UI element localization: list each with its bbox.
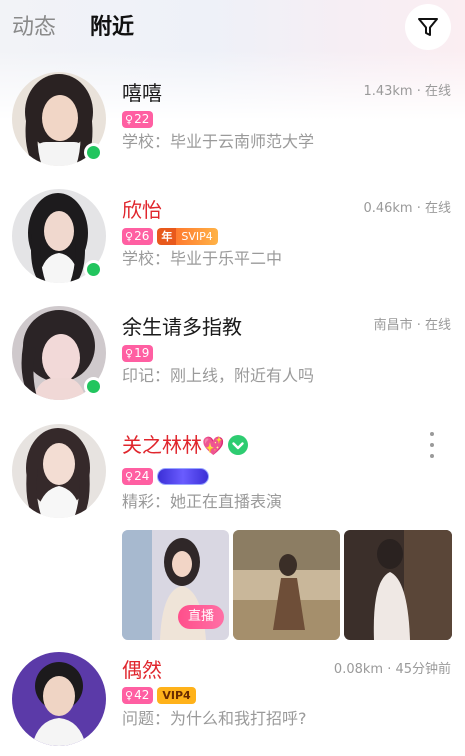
distance-status: 1.43km · 在线 — [363, 84, 451, 99]
user-photo[interactable] — [233, 530, 340, 640]
user-name-text: 关之林林 — [122, 433, 202, 457]
badge-row: ♀ 19 — [122, 345, 154, 362]
avatar[interactable] — [12, 652, 106, 746]
filter-button[interactable] — [405, 4, 451, 50]
verified-icon — [228, 434, 249, 455]
tab-nearby[interactable]: 附近 — [90, 14, 134, 42]
age-value: 19 — [134, 346, 150, 360]
live-photo[interactable]: 直播 — [122, 530, 229, 640]
svip-level: SVIP4 — [176, 228, 218, 245]
badge-row: ♀ 22 — [122, 111, 154, 128]
distance-status: 南昌市 · 在线 — [373, 318, 451, 333]
avatar[interactable] — [12, 424, 106, 518]
age-value: 42 — [134, 688, 150, 702]
user-description: 精彩：她正在直播表演 — [122, 492, 283, 511]
user-name[interactable]: 欣怡 — [122, 197, 162, 223]
more-options-icon[interactable] — [423, 432, 441, 458]
badge-row: ♀ 26 年 SVIP4 — [122, 228, 218, 245]
photo-strip: 直播 — [0, 530, 465, 640]
user-card[interactable]: 关之林林💖 ♀ 24 精彩：她正在直播表演 直播 — [0, 424, 465, 640]
user-description: 印记：刚上线，附近有人吗 — [122, 366, 315, 385]
age-value: 22 — [134, 112, 150, 126]
badge-row: ♀ 42 VIP4 — [122, 687, 196, 704]
online-status-dot — [84, 143, 103, 162]
female-icon: ♀ — [125, 230, 134, 243]
female-icon: ♀ — [125, 689, 134, 702]
age-badge: ♀ 26 — [122, 228, 154, 245]
female-icon: ♀ — [125, 347, 134, 360]
female-icon: ♀ — [125, 113, 134, 126]
female-icon: ♀ — [125, 470, 134, 483]
age-badge: ♀ 22 — [122, 111, 154, 128]
user-card[interactable]: 偶然 0.08km · 45分钟前 ♀ 42 VIP4 问题：为什么和我打招呼? — [0, 652, 465, 752]
user-description: 学校：毕业于乐平二中 — [122, 249, 283, 268]
sparkling-heart-icon: 💖 — [202, 436, 225, 457]
user-name[interactable]: 嘻嘻 — [122, 80, 162, 106]
user-name[interactable]: 余生请多指教 — [122, 314, 242, 340]
user-name[interactable]: 关之林林💖 — [122, 432, 249, 460]
filter-funnel-icon — [418, 18, 438, 36]
online-status-dot — [84, 260, 103, 279]
distance-status: 0.46km · 在线 — [363, 201, 451, 216]
tab-dynamic[interactable]: 动态 — [12, 14, 56, 42]
user-name[interactable]: 偶然 — [122, 657, 162, 683]
distance-status: 0.08km · 45分钟前 — [333, 662, 451, 677]
age-value: 24 — [134, 469, 150, 483]
vip-badge: VIP4 — [157, 687, 196, 704]
header: 动态 附近 — [0, 0, 465, 56]
user-description: 学校：毕业于云南师范大学 — [122, 132, 315, 151]
user-description: 问题：为什么和我打招呼? — [122, 709, 307, 728]
decoration-badge — [157, 468, 210, 485]
live-tag: 直播 — [178, 605, 224, 629]
year-badge: 年 — [157, 228, 177, 245]
age-badge: ♀ 24 — [122, 468, 154, 485]
age-value: 26 — [134, 229, 150, 243]
age-badge: ♀ 42 — [122, 687, 154, 704]
online-status-dot — [84, 377, 103, 396]
svip-badge: 年 SVIP4 — [157, 228, 218, 245]
user-card[interactable]: 嘻嘻 1.43km · 在线 ♀ 22 学校：毕业于云南师范大学 — [0, 72, 465, 172]
user-photo[interactable] — [344, 530, 452, 640]
user-card[interactable]: 余生请多指教 南昌市 · 在线 ♀ 19 印记：刚上线，附近有人吗 — [0, 306, 465, 406]
user-card[interactable]: 欣怡 0.46km · 在线 ♀ 26 年 SVIP4 学校：毕业于乐平二中 — [0, 189, 465, 289]
age-badge: ♀ 19 — [122, 345, 154, 362]
badge-row: ♀ 24 — [122, 468, 210, 485]
